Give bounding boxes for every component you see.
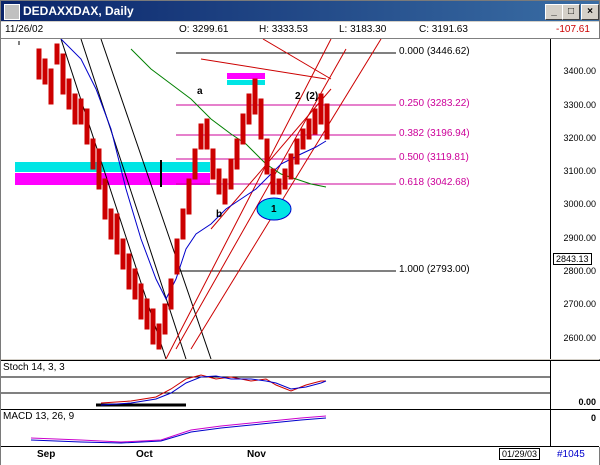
stoch-label: Stoch 14, 3, 3 xyxy=(3,362,65,373)
cyan-top-zone xyxy=(227,80,265,85)
bar-number: #1045 xyxy=(557,449,585,460)
info-high: H: 3333.53 xyxy=(259,24,308,35)
fib-0618: 0.618 (3042.68) xyxy=(399,177,470,188)
ohlc-info-bar: 11/26/02 O: 3299.61 H: 3333.53 L: 3183.3… xyxy=(1,22,599,39)
price-pane[interactable]: 0.000 (3446.62) 0.250 (3283.22) 0.382 (3… xyxy=(1,38,550,360)
y-tick: 2700.00 xyxy=(563,299,596,309)
current-price-label: 2843.13 xyxy=(553,253,592,265)
chart-window: DEDAXXDAX, Daily _ □ × 11/26/02 O: 3299.… xyxy=(0,0,600,465)
fib-0000: 0.000 (3446.62) xyxy=(399,46,470,57)
stoch-chart xyxy=(1,374,550,407)
stoch-value: 0.00 xyxy=(578,397,596,407)
y-tick: 3100.00 xyxy=(563,166,596,176)
info-change: -107.61 xyxy=(556,24,590,35)
month-label: Sep xyxy=(37,449,56,460)
y-tick: 3400.00 xyxy=(563,66,596,76)
y-tick: 2900.00 xyxy=(563,233,596,243)
wave-label-a: a xyxy=(197,86,203,97)
macd-label: MACD 13, 26, 9 xyxy=(3,411,75,422)
fib-0382: 0.382 (3196.94) xyxy=(399,128,470,139)
fib-1000: 1.000 (2793.00) xyxy=(399,264,470,275)
magenta-top-zone xyxy=(227,73,265,79)
y-tick: 3000.00 xyxy=(563,199,596,209)
footer-date: 01/29/03 xyxy=(499,448,541,460)
window-title: DEDAXXDAX, Daily xyxy=(23,4,134,18)
stoch-axis: 0.00 xyxy=(550,360,600,409)
macd-value: 0 xyxy=(590,413,596,423)
wave-label-b: b xyxy=(216,209,223,220)
info-open: O: 3299.61 xyxy=(179,24,229,35)
macd-axis: 0 xyxy=(550,409,600,447)
fib-0250: 0.250 (3283.22) xyxy=(399,98,470,109)
info-close: C: 3191.63 xyxy=(419,24,468,35)
magenta-zone xyxy=(15,173,210,185)
macd-pane[interactable]: MACD 13, 26, 9 xyxy=(1,409,550,447)
month-label: Nov xyxy=(247,449,266,460)
minimize-button[interactable]: _ xyxy=(545,4,563,20)
wave-label-1: 1 xyxy=(271,204,277,215)
cyan-zone xyxy=(15,162,210,172)
month-label: Oct xyxy=(136,449,153,460)
info-date: 11/26/02 xyxy=(5,24,44,35)
price-chart xyxy=(15,38,396,360)
fib-0500: 0.500 (3119.81) xyxy=(399,152,469,163)
title-bar[interactable]: DEDAXXDAX, Daily _ □ × xyxy=(1,1,599,21)
wave-label-2-alt: (2) xyxy=(306,91,319,102)
stoch-pane[interactable]: Stoch 14, 3, 3 xyxy=(1,360,550,409)
y-tick: 2600.00 xyxy=(563,333,596,343)
price-axis: 3400.00 3300.00 3200.00 3100.00 3000.00 … xyxy=(550,39,600,359)
y-tick: 3300.00 xyxy=(563,100,596,110)
time-axis: Sep Oct Nov 01/29/03 #1045 xyxy=(1,446,599,465)
y-tick: 3200.00 xyxy=(563,133,596,143)
app-icon xyxy=(4,4,20,20)
info-low: L: 3183.30 xyxy=(339,24,387,35)
close-button[interactable]: × xyxy=(581,4,599,20)
macd-chart xyxy=(30,415,327,444)
maximize-button[interactable]: □ xyxy=(562,4,580,20)
wave-label-2: 2 xyxy=(295,91,301,102)
candles xyxy=(36,43,330,350)
y-tick: 2800.00 xyxy=(563,266,596,276)
